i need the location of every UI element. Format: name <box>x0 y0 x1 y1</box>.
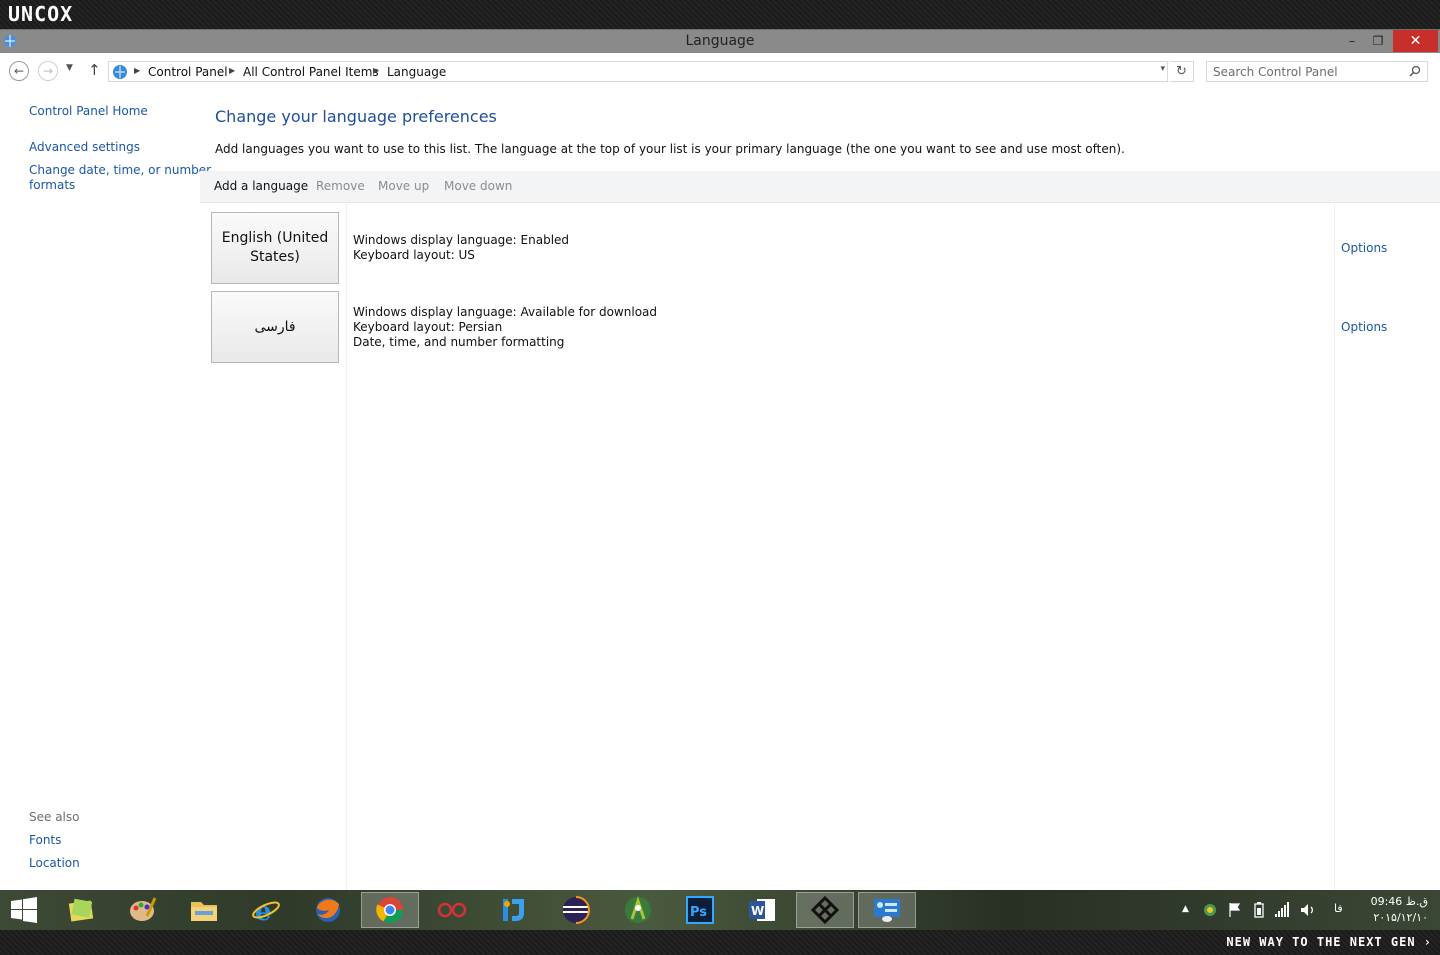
action-center-flag-icon[interactable] <box>1228 902 1242 918</box>
clock-date: ۲۰۱۵/۱۲/۱۰ <box>1373 911 1428 924</box>
recent-locations-button[interactable]: ▼ <box>66 63 73 73</box>
location-link[interactable]: Location <box>29 856 80 870</box>
sticky-notes-icon[interactable] <box>52 892 110 928</box>
paint-icon[interactable] <box>113 892 171 928</box>
display-language-status: Windows display language: Enabled <box>353 233 570 247</box>
custom-app-icon[interactable] <box>796 892 854 928</box>
clock[interactable]: ق.ظ 09:46 ۲۰۱۵/۱۲/۱۰ <box>1368 894 1428 926</box>
remove-button[interactable]: Remove <box>316 179 365 193</box>
photoshop-icon[interactable]: Ps <box>671 892 729 928</box>
restore-button[interactable]: ❐ <box>1366 30 1390 52</box>
taskbar: e Ps W ▲ فا ق.ظ 09:46 ۲۰۱۵/۱۲/۱۰ <box>0 890 1440 930</box>
control-panel-home-link[interactable]: Control Panel Home <box>29 104 148 118</box>
search-icon[interactable] <box>1409 65 1421 77</box>
signal-strength-icon[interactable] <box>1274 902 1290 918</box>
options-link-persian[interactable]: Options <box>1341 320 1387 334</box>
page-title: Change your language preferences <box>215 107 497 126</box>
infinity-app-icon[interactable] <box>423 892 481 928</box>
address-bar[interactable]: ▶ Control Panel ▶ All Control Panel Item… <box>108 61 1168 82</box>
move-up-button[interactable]: Move up <box>378 179 429 193</box>
breadcrumb-language[interactable]: Language <box>387 65 446 79</box>
language-list: English (United States) Windows display … <box>200 204 1440 890</box>
change-date-formats-link[interactable]: Change date, time, or number <box>29 163 211 177</box>
search-input[interactable] <box>1213 64 1403 79</box>
up-button[interactable]: ↑ <box>88 61 101 79</box>
firefox-icon[interactable] <box>299 892 357 928</box>
svg-text:Ps: Ps <box>690 905 707 920</box>
control-panel-taskbar-icon[interactable] <box>858 892 916 928</box>
language-name: فارسی <box>254 318 296 335</box>
close-button[interactable]: ✕ <box>1393 30 1438 52</box>
input-language-indicator[interactable]: فا <box>1334 902 1343 915</box>
language-tile-persian[interactable]: فارسی <box>211 291 339 363</box>
address-dropdown-icon[interactable]: ▾ <box>1160 64 1165 74</box>
clock-time: ق.ظ 09:46 <box>1370 895 1428 908</box>
navigation-bar: ← → ▼ ↑ ▶ Control Panel ▶ All Control Pa… <box>0 53 1440 89</box>
language-details-english: Windows display language: Enabled Keyboa… <box>353 233 569 263</box>
slogan-text: NEW WAY TO THE NEXT GEN › <box>1226 935 1432 949</box>
network-app-tray-icon[interactable] <box>1202 902 1218 918</box>
chrome-icon[interactable] <box>361 892 419 928</box>
language-details-persian: Windows display language: Available for … <box>353 305 657 350</box>
back-button[interactable]: ← <box>9 61 29 81</box>
window-title: Language <box>685 33 755 49</box>
see-also-heading: See also <box>29 810 80 824</box>
windows-start-icon[interactable] <box>10 897 38 923</box>
brand-logo: UNCOX <box>8 2 74 26</box>
display-language-status: Windows display language: Available for … <box>353 305 658 319</box>
chevron-right-icon: ▶ <box>373 66 380 75</box>
fonts-link[interactable]: Fonts <box>29 833 61 847</box>
breadcrumb-all-items[interactable]: All Control Panel Items <box>243 65 379 79</box>
language-name-line2: States) <box>250 249 300 265</box>
add-language-button[interactable]: Add a language <box>214 179 308 193</box>
battery-icon[interactable] <box>1252 902 1266 918</box>
word-icon[interactable]: W <box>733 892 791 928</box>
language-tile-english[interactable]: English (United States) <box>211 212 339 284</box>
file-explorer-icon[interactable] <box>175 892 233 928</box>
eclipse-icon[interactable] <box>547 892 605 928</box>
show-hidden-icons-button[interactable]: ▲ <box>1182 904 1189 914</box>
keyboard-layout: Keyboard layout: US <box>353 248 475 262</box>
keyboard-layout: Keyboard layout: Persian <box>353 320 503 334</box>
column-divider <box>346 204 347 890</box>
internet-explorer-icon[interactable]: e <box>237 892 295 928</box>
chevron-right-icon: ▶ <box>134 66 141 75</box>
column-divider <box>1334 204 1335 890</box>
command-bar: Add a language Remove Move up Move down <box>200 171 1440 203</box>
minimize-button[interactable]: – <box>1340 30 1364 52</box>
top-banner: UNCOX <box>0 0 1440 29</box>
language-name: English (United <box>221 230 329 246</box>
search-box[interactable] <box>1206 61 1428 82</box>
formatting-info: Date, time, and number formatting <box>353 335 565 349</box>
left-pane: Control Panel Home Advanced settings Cha… <box>0 90 211 890</box>
chevron-right-icon: ▶ <box>229 66 236 75</box>
change-date-formats-link-line2[interactable]: formats <box>29 178 75 192</box>
refresh-button[interactable]: ↻ <box>1170 61 1194 82</box>
svg-text:W: W <box>751 904 764 918</box>
volume-icon[interactable] <box>1300 902 1316 918</box>
options-link-english[interactable]: Options <box>1341 241 1387 255</box>
android-studio-icon[interactable] <box>609 892 667 928</box>
window-titlebar: Language – ❐ ✕ <box>0 29 1440 53</box>
control-panel-icon <box>113 65 127 79</box>
move-down-button[interactable]: Move down <box>444 179 512 193</box>
jetbrains-icon[interactable] <box>485 892 543 928</box>
bottom-banner: NEW WAY TO THE NEXT GEN › <box>0 930 1440 955</box>
advanced-settings-link[interactable]: Advanced settings <box>29 140 140 154</box>
page-description: Add languages you want to use to this li… <box>215 142 1125 156</box>
breadcrumb-control-panel[interactable]: Control Panel <box>148 65 228 79</box>
forward-button[interactable]: → <box>38 61 58 81</box>
